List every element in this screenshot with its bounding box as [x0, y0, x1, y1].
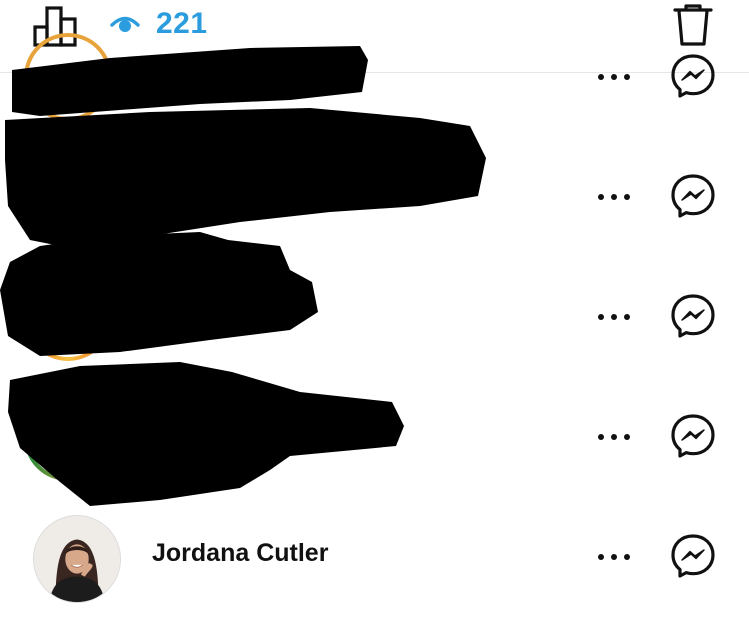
viewer-name[interactable]: Jordana Cutler [152, 539, 328, 568]
messenger-icon[interactable] [670, 173, 716, 219]
viewer-row[interactable] [0, 137, 749, 257]
viewer-row[interactable] [0, 17, 749, 137]
viewer-row[interactable] [0, 257, 749, 377]
avatar[interactable] [33, 515, 121, 603]
messenger-icon[interactable] [670, 293, 716, 339]
messenger-icon[interactable] [670, 53, 716, 99]
messenger-icon[interactable] [670, 413, 716, 459]
more-options-icon[interactable] [594, 307, 634, 327]
more-options-icon[interactable] [594, 187, 634, 207]
more-options-icon[interactable] [594, 427, 634, 447]
story-ring-avatar[interactable] [24, 33, 112, 121]
story-ring-avatar[interactable] [24, 153, 112, 241]
story-ring-avatar[interactable] [24, 273, 112, 361]
viewer-row[interactable] [0, 377, 749, 497]
more-options-icon[interactable] [594, 547, 634, 567]
story-ring-avatar[interactable] [24, 393, 112, 481]
messenger-icon[interactable] [670, 533, 716, 579]
viewer-row[interactable]: Jordana Cutler [0, 497, 749, 617]
more-options-icon[interactable] [594, 67, 634, 87]
